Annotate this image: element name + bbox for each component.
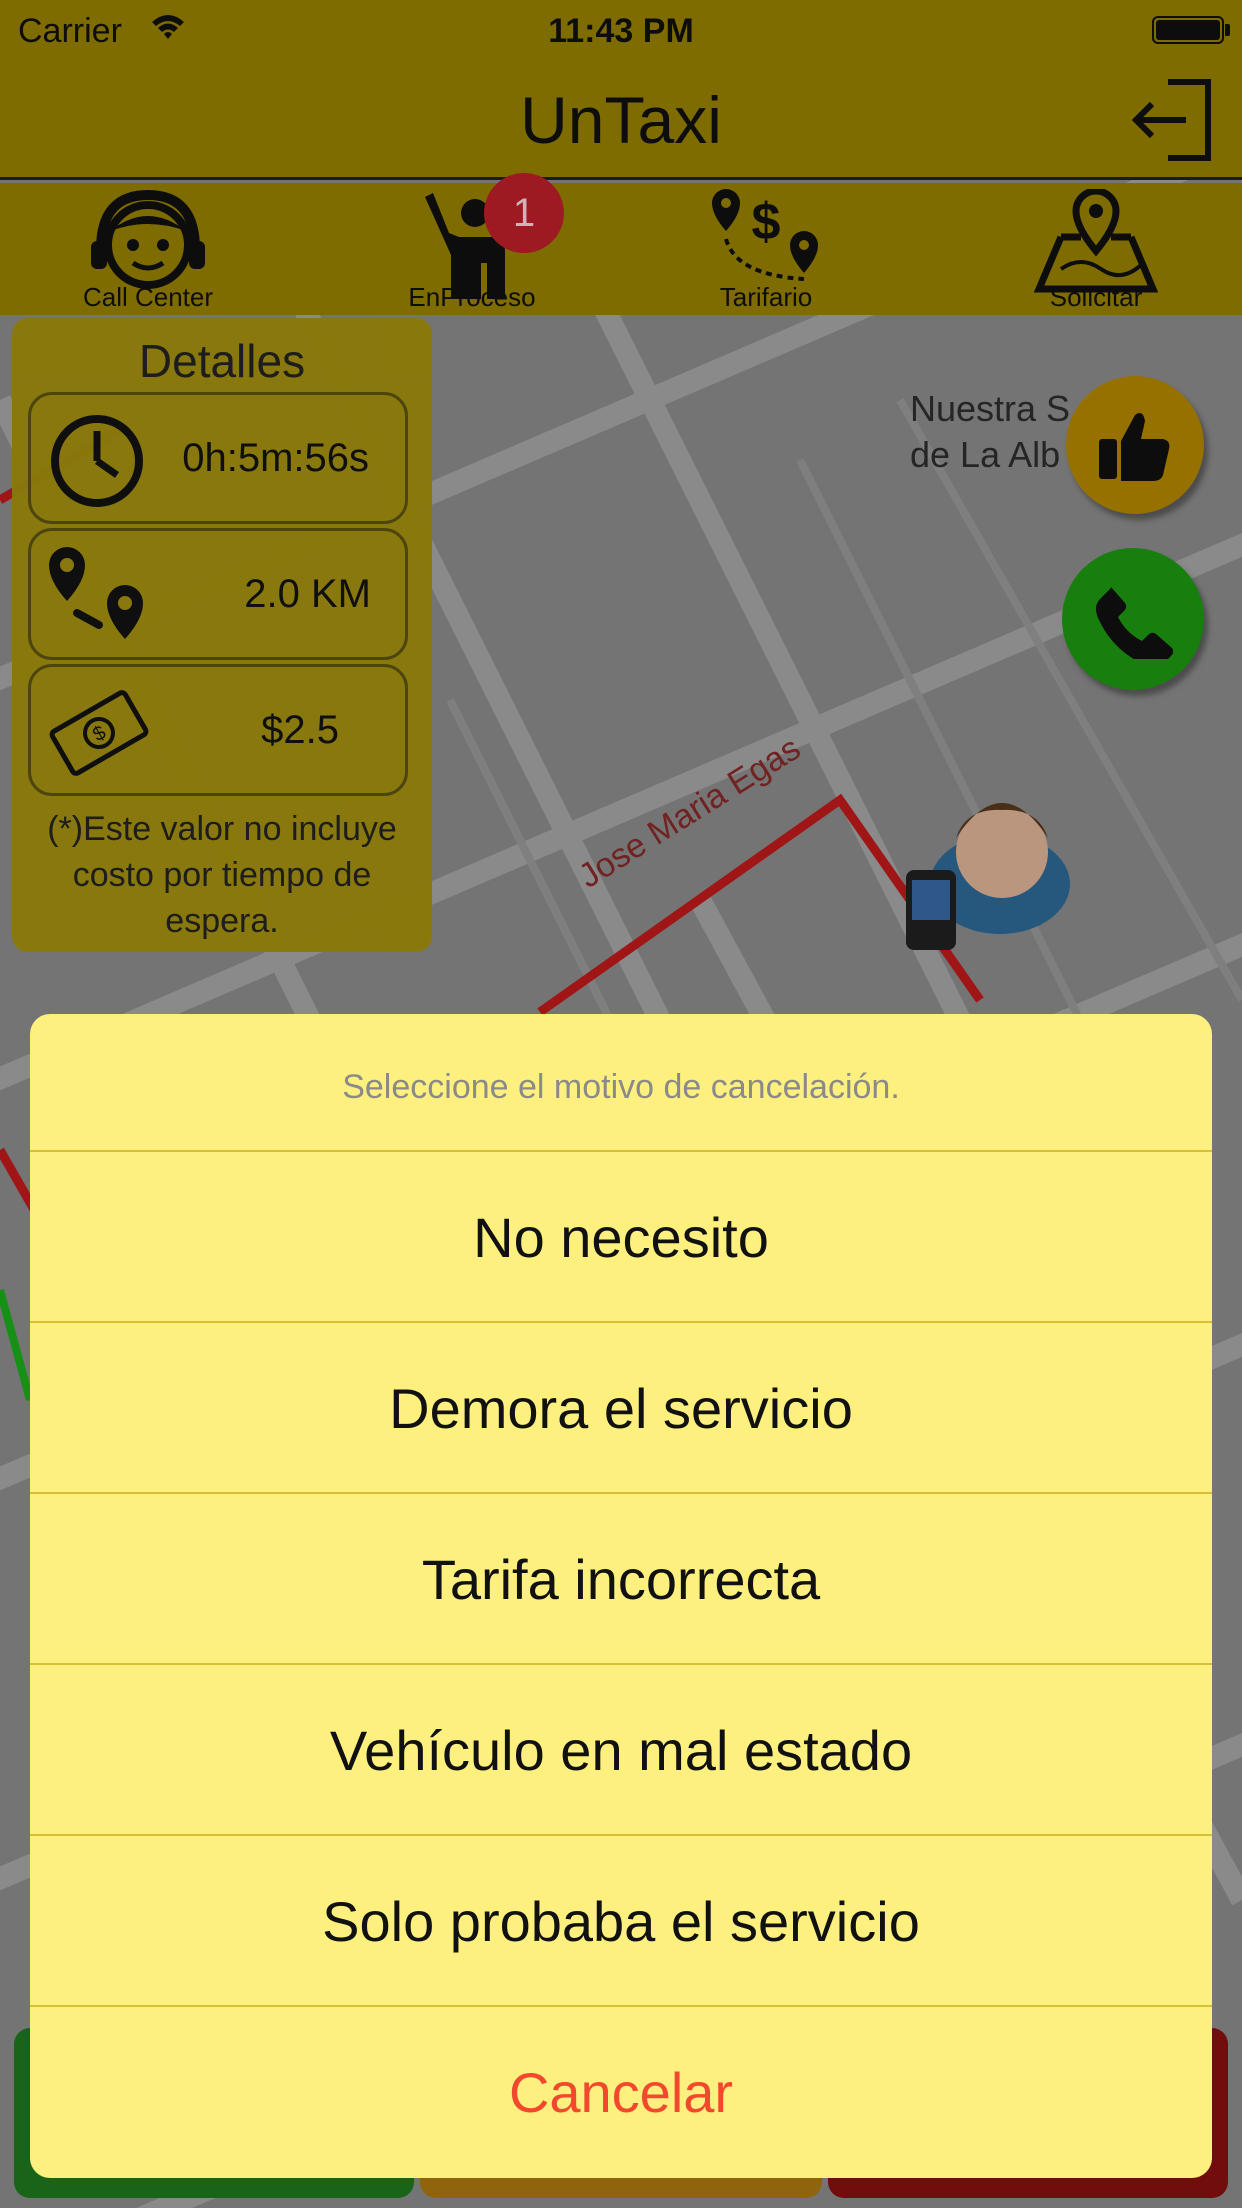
cancel-reason-sheet: Seleccione el motivo de cancelación. No … xyxy=(30,1014,1212,2178)
cancel-button[interactable]: Cancelar xyxy=(30,2007,1212,2178)
option-demora-servicio[interactable]: Demora el servicio xyxy=(30,1323,1212,1494)
option-solo-probaba[interactable]: Solo probaba el servicio xyxy=(30,1836,1212,2007)
sheet-title: Seleccione el motivo de cancelación. xyxy=(30,1014,1212,1152)
option-vehiculo-mal-estado[interactable]: Vehículo en mal estado xyxy=(30,1665,1212,1836)
option-tarifa-incorrecta[interactable]: Tarifa incorrecta xyxy=(30,1494,1212,1665)
option-no-necesito[interactable]: No necesito xyxy=(30,1152,1212,1323)
